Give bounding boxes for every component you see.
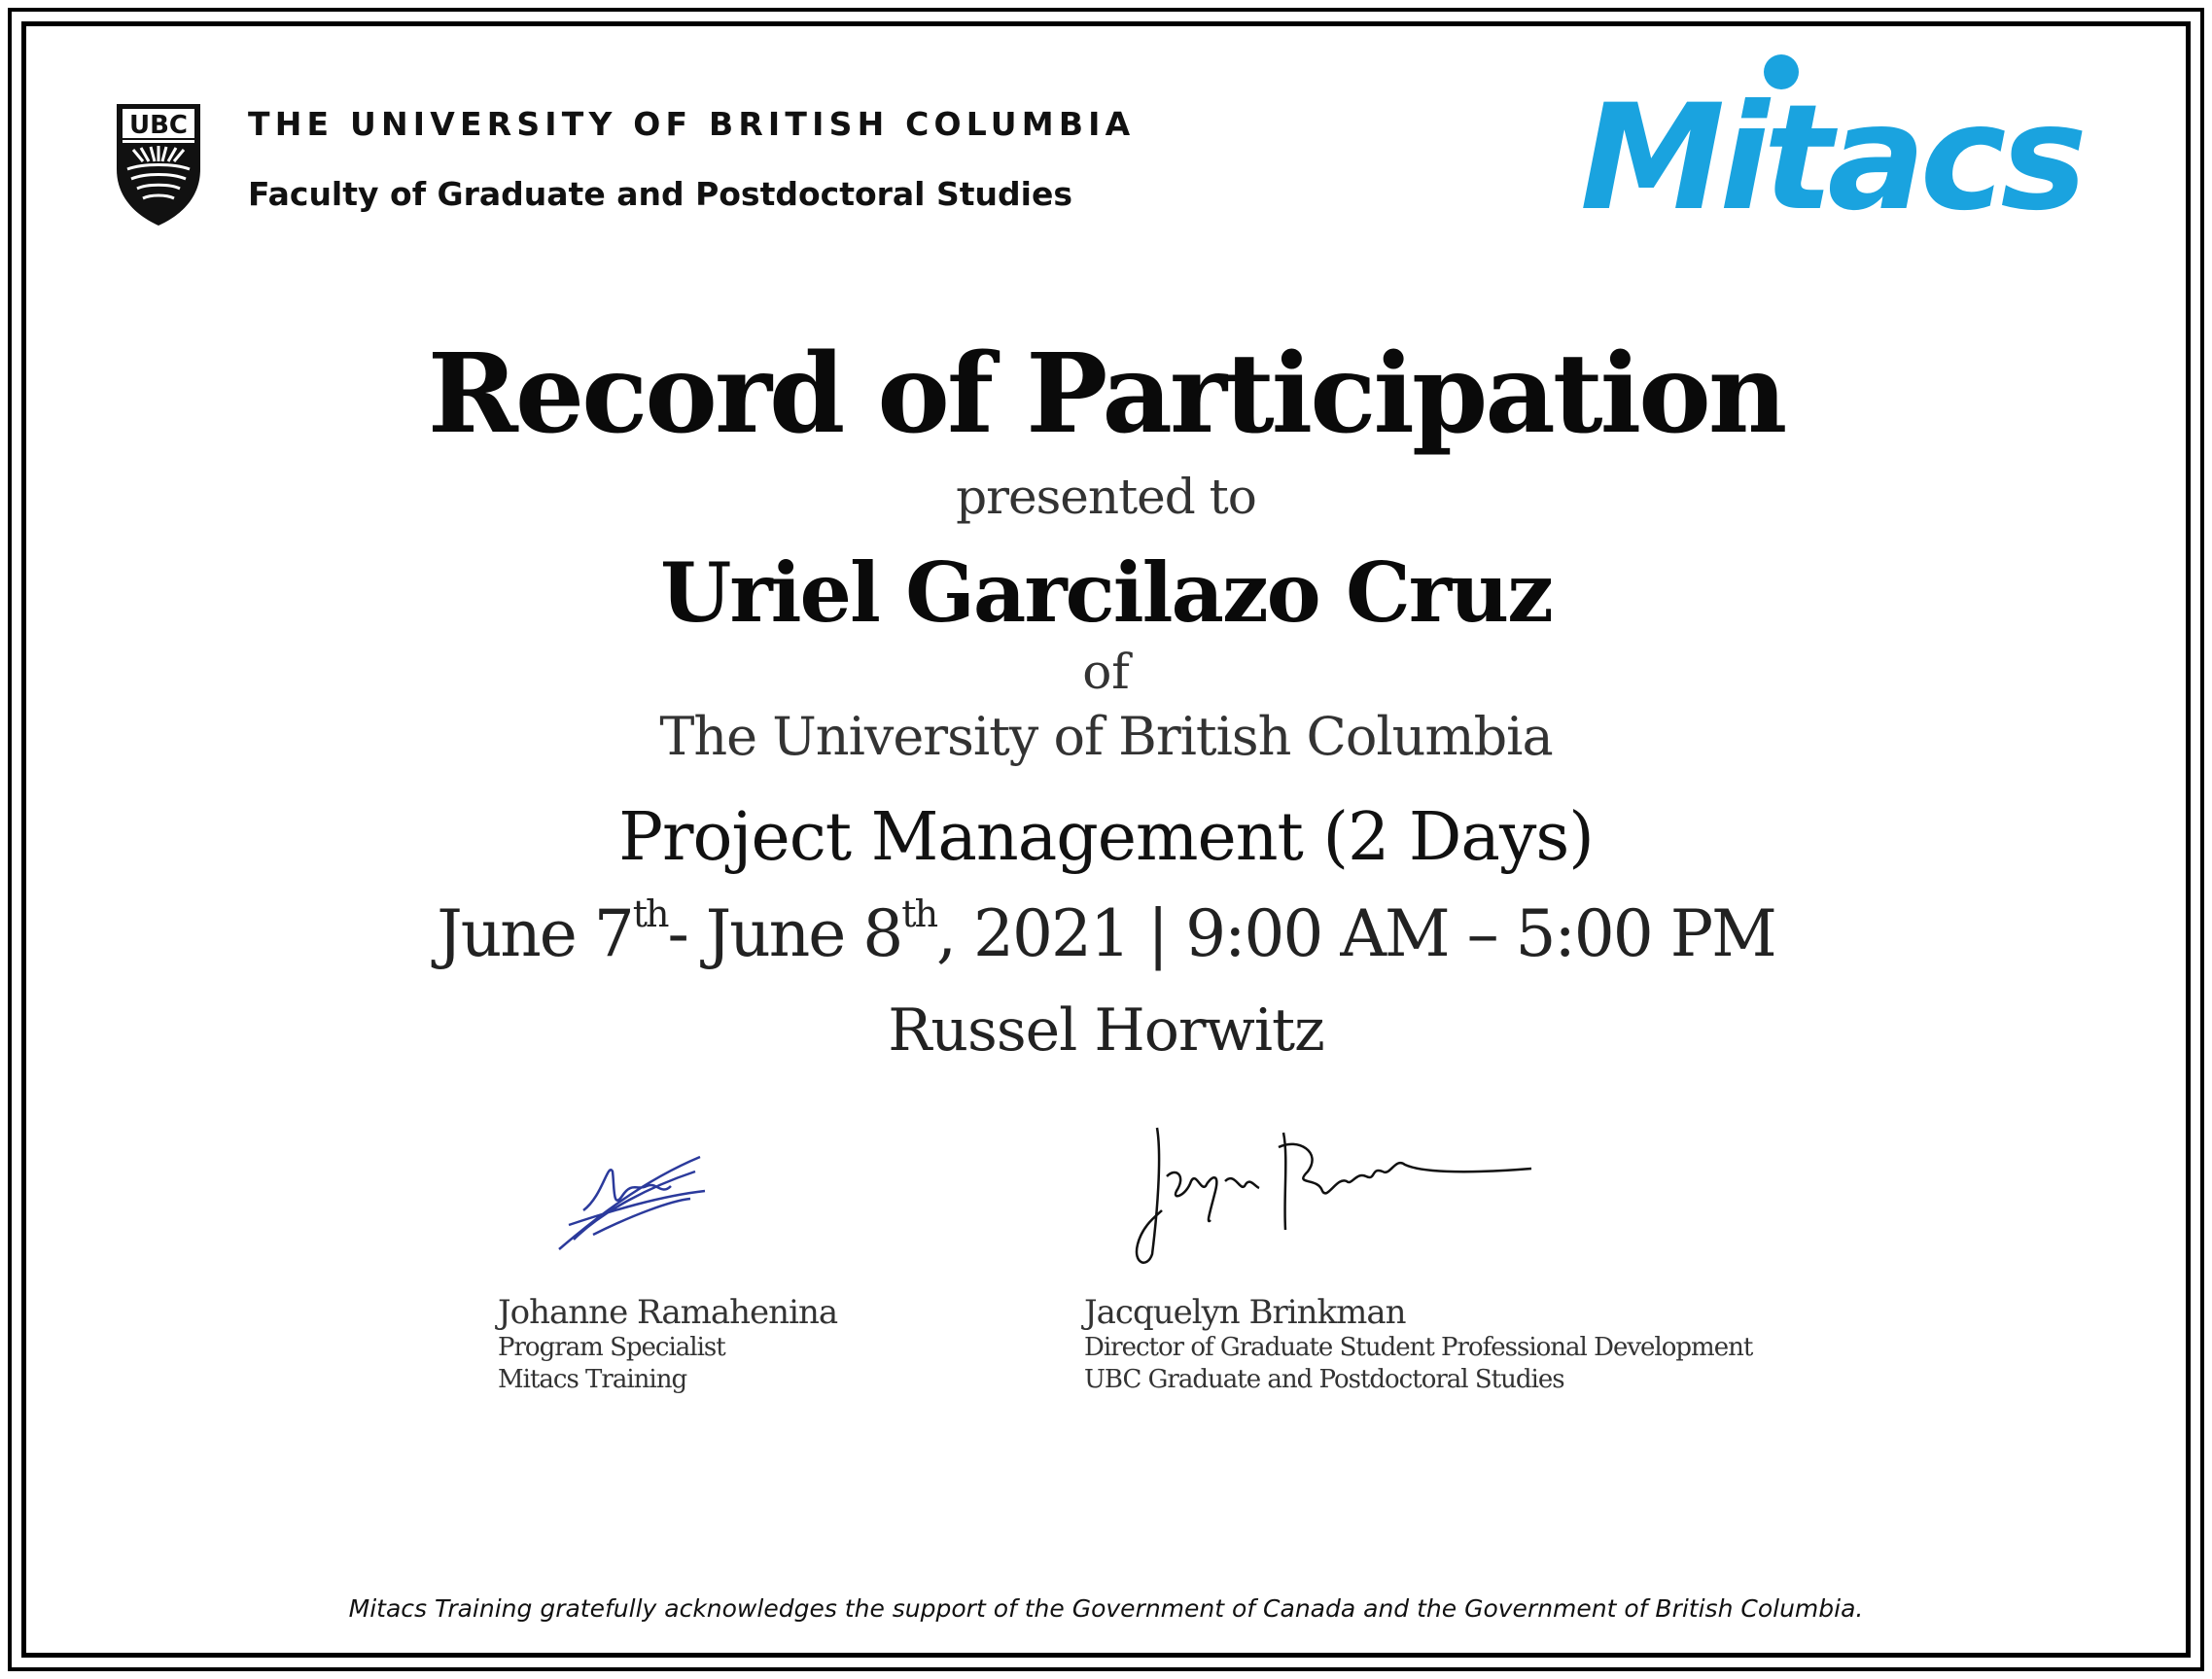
signatory-title: Director of Graduate Student Professiona… <box>1084 1333 1753 1362</box>
date-rest: , 2021 | 9:00 AM – 5:00 PM <box>936 896 1777 971</box>
recipient-name: Uriel Garcilazo Cruz <box>660 544 1554 641</box>
course-dates: June 7th- June 8th, 2021 | 9:00 AM – 5:0… <box>0 892 2212 971</box>
date-middle: - June 8 <box>667 896 904 971</box>
course-name: Project Management (2 Days) <box>618 799 1595 876</box>
date-start: June 7 <box>437 896 635 971</box>
date-start-suffix: th <box>632 892 670 935</box>
mitacs-logo: Mitacs <box>1580 54 2089 216</box>
institution-name: The University of British Columbia <box>659 706 1553 767</box>
mitacs-logo-text: Mitacs <box>1580 74 2084 216</box>
certificate-title: Record of Participation <box>427 331 1788 458</box>
signatory-org: Mitacs Training <box>498 1365 687 1394</box>
ubc-faculty-name: Faculty of Graduate and Postdoctoral Stu… <box>248 175 1072 213</box>
signatory-block-1: Johanne Ramahenina Program Specialist Mi… <box>498 1293 838 1396</box>
date-end-suffix: th <box>901 892 938 935</box>
ubc-university-name: THE UNIVERSITY OF BRITISH COLUMBIA <box>248 105 1136 143</box>
signature-johanne <box>558 1155 706 1250</box>
ubc-crest-logo: UBC <box>117 104 200 226</box>
of-label: of <box>1082 644 1130 700</box>
signatory-name: Jacquelyn Brinkman <box>1084 1293 1407 1332</box>
signatory-title: Program Specialist <box>498 1333 726 1362</box>
presented-to-label: presented to <box>956 469 1257 525</box>
signatory-org: UBC Graduate and Postdoctoral Studies <box>1084 1365 1565 1394</box>
instructor-name: Russel Horwitz <box>888 997 1325 1065</box>
acknowledgement-footer: Mitacs Training gratefully acknowledges … <box>348 1594 1864 1623</box>
ubc-logo-text: UBC <box>129 111 188 140</box>
signatory-block-2: Jacquelyn Brinkman Director of Graduate … <box>1084 1293 1753 1396</box>
signatory-name: Johanne Ramahenina <box>498 1293 838 1332</box>
signature-jacquelyn <box>1135 1127 1532 1264</box>
